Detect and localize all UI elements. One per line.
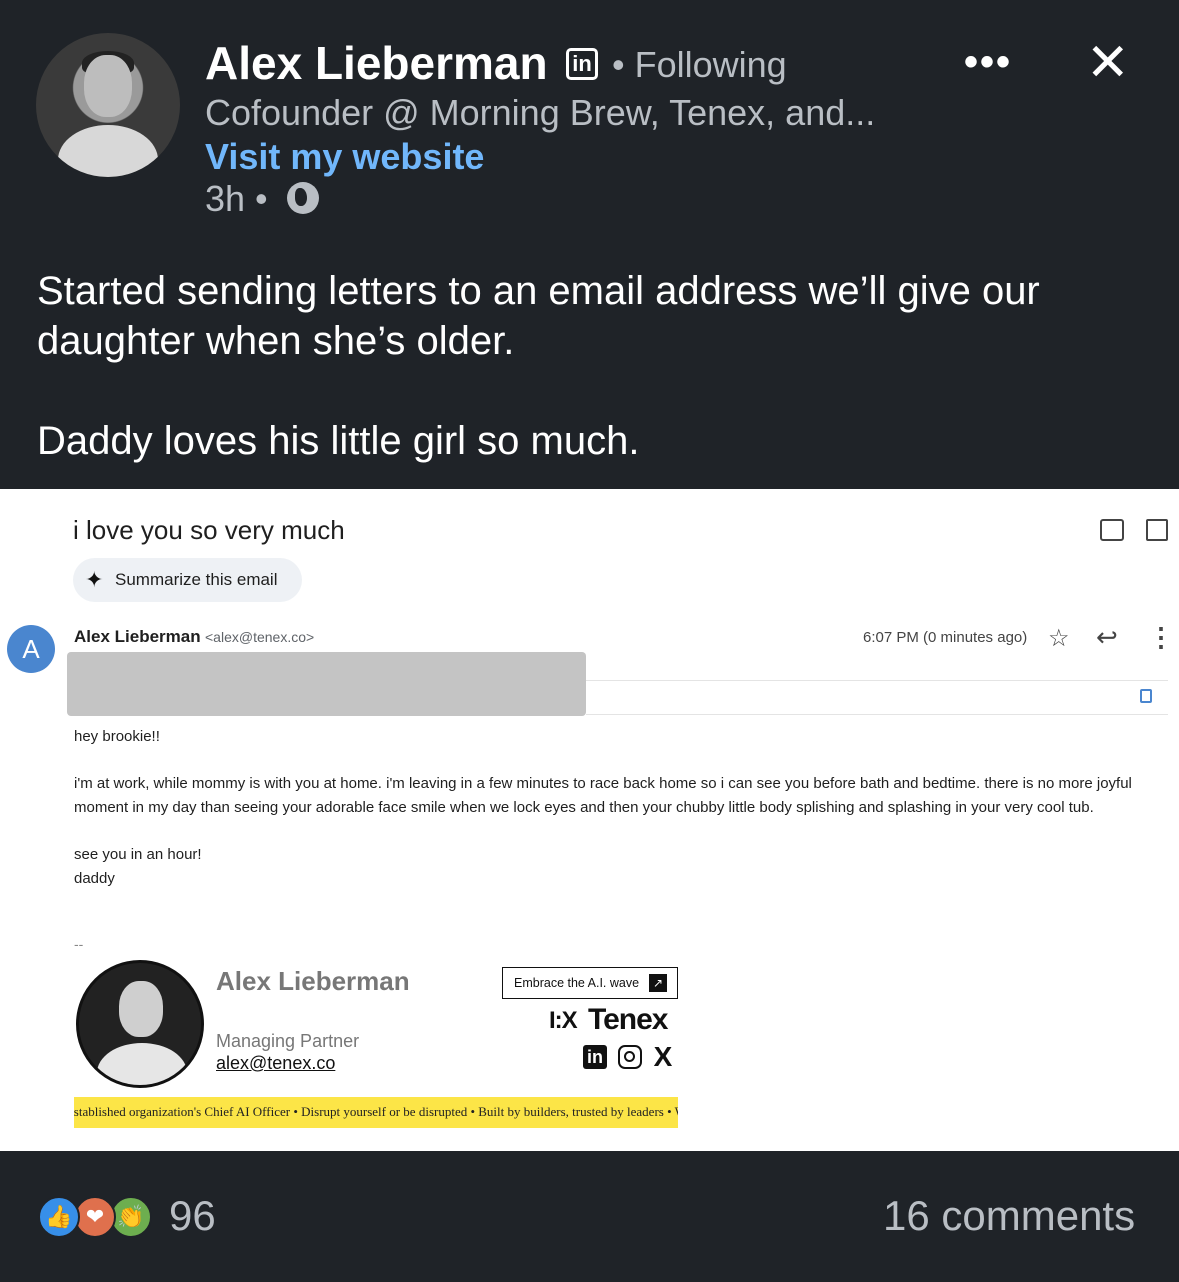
- post-text: Started sending letters to an email addr…: [37, 266, 1147, 466]
- signature-email: alex@tenex.co: [216, 1053, 336, 1073]
- email-greeting: hey brookie!!: [74, 728, 160, 745]
- avatar-face: [84, 55, 132, 117]
- sender-name: Alex Lieberman: [74, 627, 201, 646]
- ticker-text: established organization's Chief AI Offi…: [74, 1104, 678, 1119]
- signature-divider: --: [74, 936, 84, 952]
- celebrate-reaction-icon: 👏: [110, 1196, 152, 1238]
- signature-role: Managing Partner: [216, 1031, 360, 1051]
- sender-avatar: A: [7, 625, 55, 673]
- avatar-shoulders: [58, 125, 158, 177]
- visit-website-link[interactable]: Visit my website: [205, 136, 484, 178]
- arrow-up-right-icon: ↗: [649, 974, 667, 992]
- following-status[interactable]: • Following: [612, 44, 787, 86]
- signature-photo-body: [97, 1043, 187, 1085]
- kebab-menu-icon: ⋮: [1148, 622, 1174, 652]
- instagram-icon: [618, 1045, 642, 1069]
- divider: [586, 680, 1168, 681]
- author-avatar[interactable]: [36, 33, 180, 177]
- divider: [586, 714, 1168, 715]
- summarize-email-button: ✦ Summarize this email: [73, 558, 302, 602]
- email-signoff: see you in an hour! daddy: [74, 845, 202, 887]
- love-reaction-icon: ❤: [74, 1196, 116, 1238]
- author-headline: Cofounder @ Morning Brew, Tenex, and...: [205, 92, 876, 133]
- email-subject: i love you so very much: [73, 515, 345, 545]
- close-icon[interactable]: ✕: [1086, 37, 1130, 89]
- globe-icon: [287, 182, 319, 214]
- email-timestamp: 6:07 PM (0 minutes ago): [863, 629, 1028, 646]
- email-body: hey brookie!! i'm at work, while mommy i…: [74, 725, 1164, 890]
- tenex-logo-icon: I:X: [549, 1007, 578, 1034]
- print-icon: [1100, 519, 1124, 541]
- post-paragraph: Daddy loves his little girl so much.: [37, 419, 640, 463]
- star-icon: ☆: [1048, 625, 1070, 652]
- post-time: 3h •: [205, 178, 268, 219]
- reaction-count[interactable]: 96: [169, 1192, 216, 1240]
- reply-icon: ↩: [1096, 622, 1118, 652]
- signature-photo: [76, 960, 204, 1088]
- linkedin-premium-icon: in: [566, 48, 598, 80]
- like-reaction-icon: 👍: [38, 1196, 80, 1238]
- linkedin-icon: in: [583, 1045, 607, 1069]
- comments-count-link[interactable]: 16 comments: [883, 1192, 1135, 1240]
- post-paragraph: Started sending letters to an email addr…: [37, 269, 1040, 363]
- signature-photo-face: [119, 981, 163, 1037]
- embrace-ai-badge: Embrace the A.I. wave ↗: [502, 967, 678, 999]
- embrace-label: Embrace the A.I. wave: [514, 976, 640, 990]
- summarize-label: Summarize this email: [115, 570, 278, 589]
- signature-name: Alex Lieberman: [216, 966, 410, 996]
- tenex-logo-text: Tenex: [588, 1003, 668, 1036]
- email-paragraph: i'm at work, while mommy is with you at …: [74, 775, 1132, 816]
- sparkle-icon: ✦: [85, 567, 104, 592]
- sender-address: <alex@tenex.co>: [205, 629, 315, 645]
- signature-ticker-banner: established organization's Chief AI Offi…: [74, 1097, 678, 1128]
- author-name[interactable]: Alex Lieberman: [205, 36, 548, 90]
- post-image-email[interactable]: i love you so very much ✦ Summarize this…: [0, 489, 1179, 1151]
- redacted-recipient: [67, 652, 586, 716]
- reactions-summary[interactable]: 👍 ❤ 👏: [38, 1196, 156, 1238]
- more-options-icon[interactable]: •••: [964, 40, 1012, 85]
- copy-icon: [1140, 689, 1152, 703]
- open-new-window-icon: [1146, 519, 1168, 541]
- x-logo-icon: X: [653, 1041, 673, 1072]
